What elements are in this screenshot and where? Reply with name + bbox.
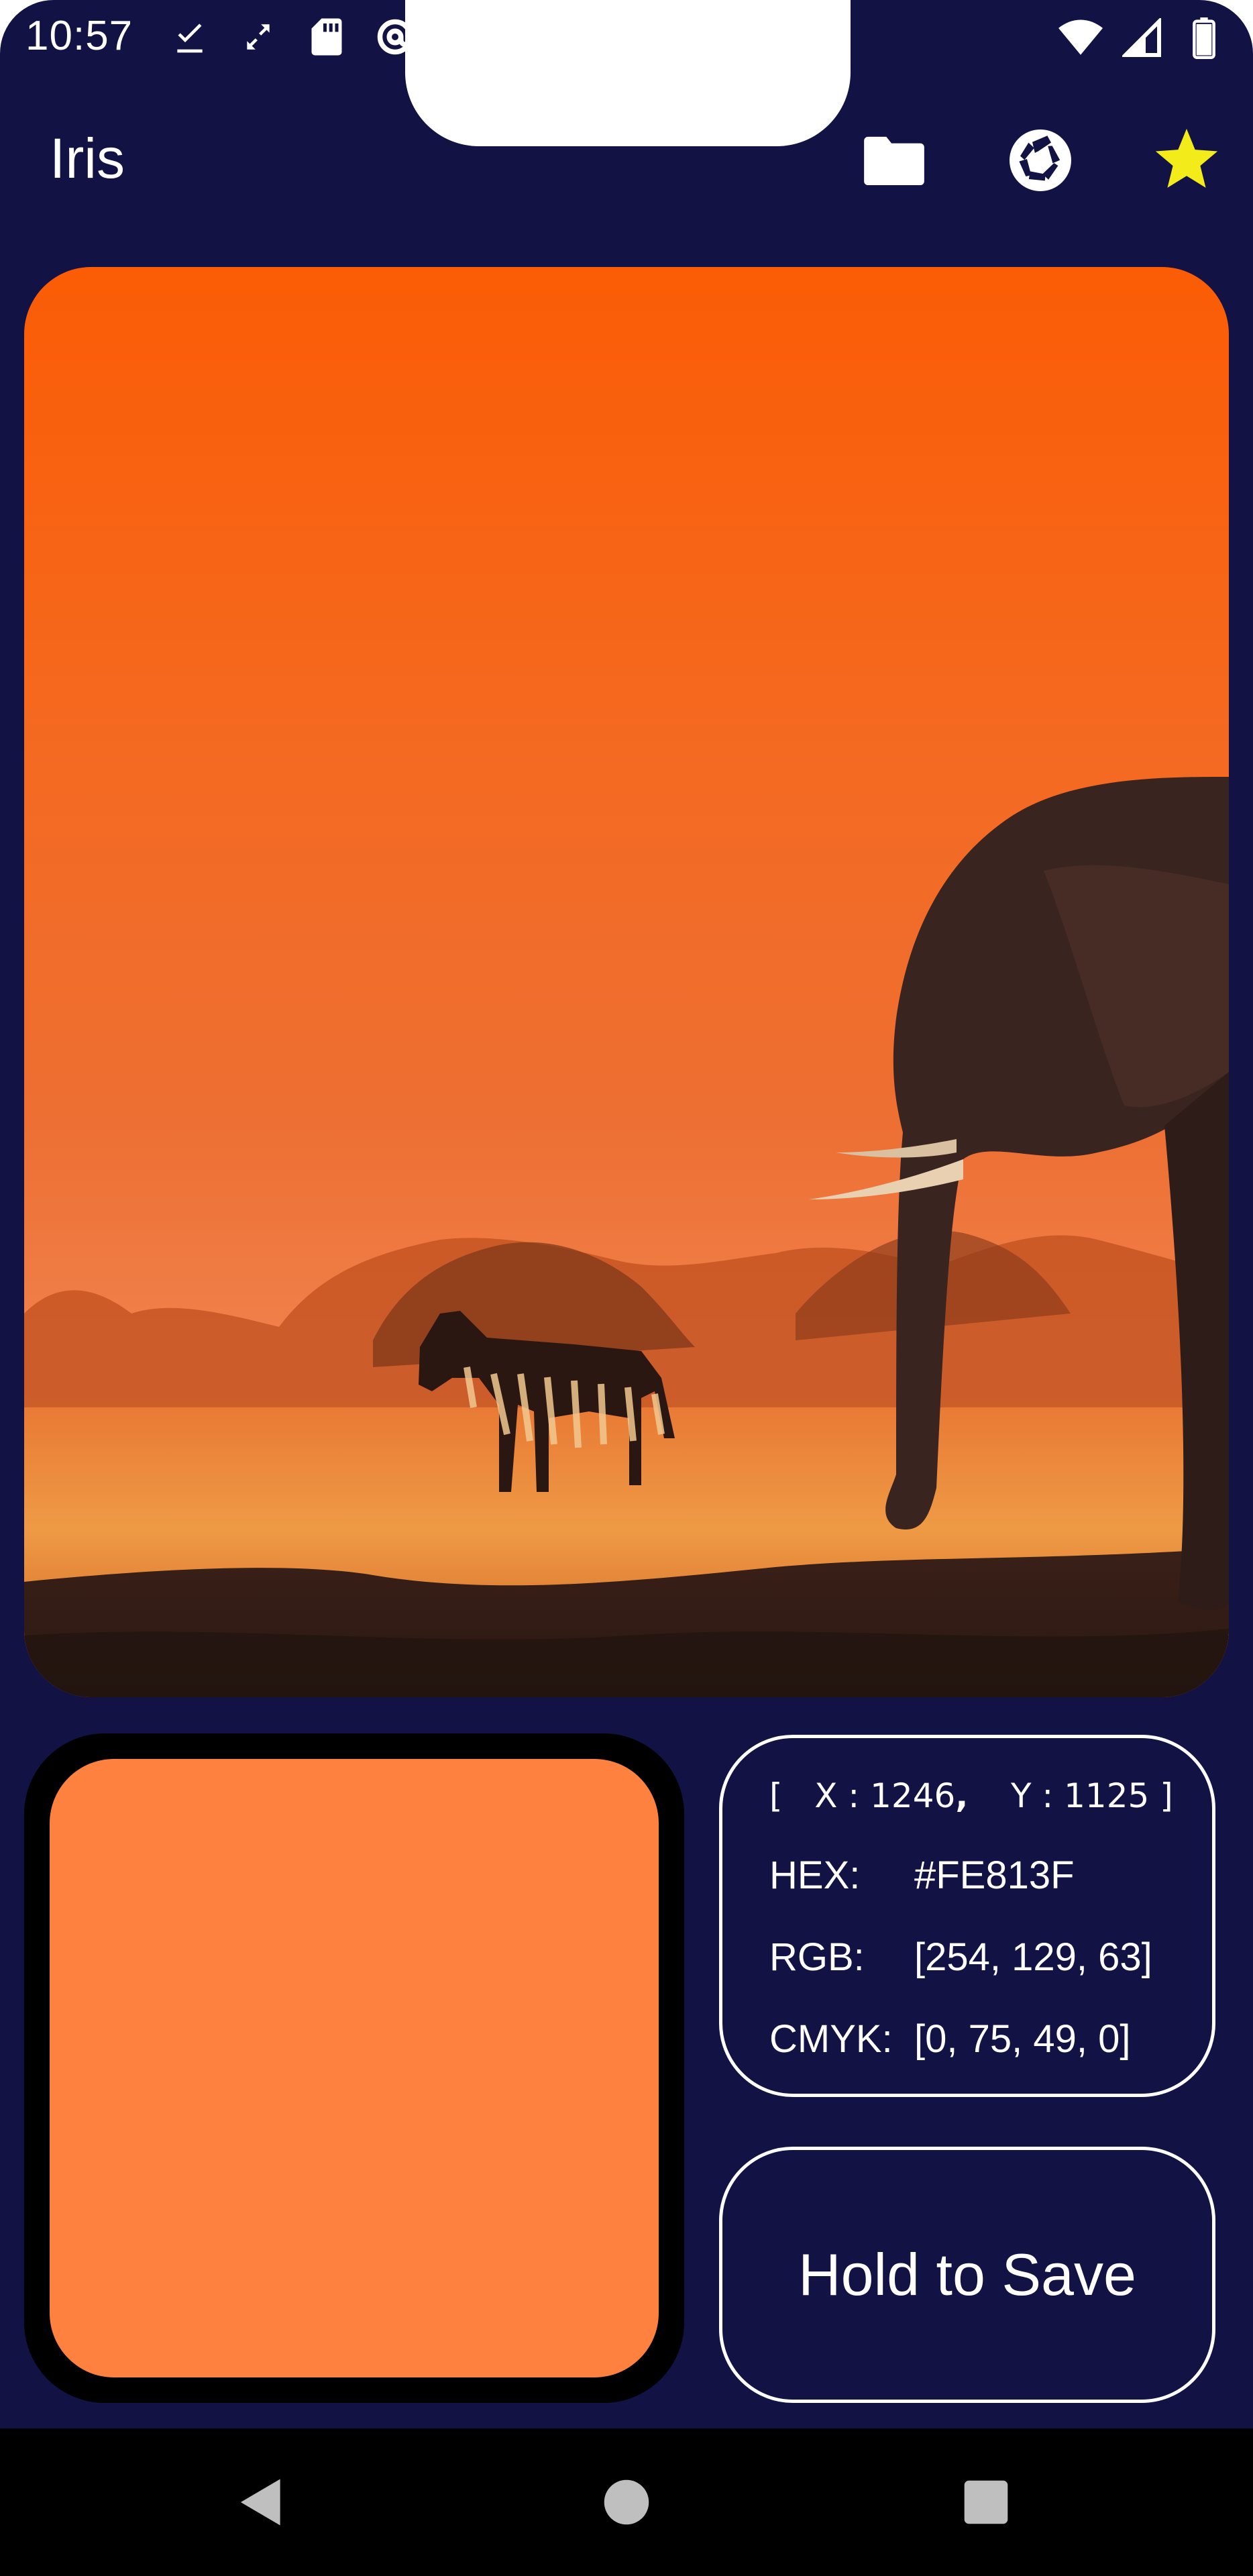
pixel-coordinates: [ X : 1246, Y : 1125 ]: [769, 1774, 1212, 1817]
camera-shutter-icon: [1010, 129, 1071, 191]
status-bar: 10:57: [0, 0, 1253, 146]
cmyk-row: CMYK: [0, 75, 49, 0]: [769, 2016, 1212, 2063]
savanna-elephant-zebra-photo: [24, 267, 1229, 1697]
camera-button[interactable]: [1001, 125, 1080, 196]
rgb-value: [254, 129, 63]: [914, 1935, 1152, 1979]
battery-icon: [1181, 15, 1228, 62]
source-image[interactable]: [24, 267, 1229, 1697]
sync-icon: [235, 13, 282, 60]
nav-recents-button[interactable]: [946, 2462, 1026, 2542]
color-swatch-frame: [24, 1733, 684, 2403]
hex-label: HEX:: [769, 1854, 861, 1897]
back-icon: [240, 2479, 280, 2526]
color-info-panel: [ X : 1246, Y : 1125 ] HEX: #FE813F RGB:…: [719, 1735, 1215, 2097]
home-icon: [604, 2479, 649, 2525]
app-bar-actions: [855, 125, 1226, 196]
coord-y-value: 1125: [1064, 1776, 1150, 1815]
recents-icon: [964, 2480, 1008, 2524]
rgb-row: RGB: [254, 129, 63]: [769, 1934, 1212, 1981]
folder-icon: [864, 136, 924, 186]
hex-value: #FE813F: [914, 1854, 1075, 1897]
nav-back-button[interactable]: [221, 2462, 302, 2542]
wifi-icon: [1057, 15, 1104, 62]
app-title: Iris: [50, 127, 125, 190]
status-time: 10:57: [25, 13, 133, 59]
camera-notch: [405, 0, 851, 146]
cmyk-value: [0, 75, 49, 0]: [914, 2017, 1131, 2061]
cell-signal-icon: [1119, 15, 1166, 62]
rgb-label: RGB:: [769, 1935, 865, 1979]
color-swatch: [50, 1759, 659, 2377]
hold-to-save-button[interactable]: Hold to Save: [719, 2147, 1215, 2403]
star-icon: [1155, 129, 1218, 188]
favorites-button[interactable]: [1147, 125, 1226, 196]
nav-home-button[interactable]: [586, 2462, 667, 2542]
status-system-icons: [1057, 15, 1228, 62]
sd-card-icon: [303, 13, 350, 60]
navigation-bar: [0, 2428, 1253, 2576]
coord-x-value: 1246: [870, 1776, 956, 1815]
hex-row: HEX: #FE813F: [769, 1852, 1212, 1899]
open-folder-button[interactable]: [855, 125, 934, 196]
download-done-icon: [166, 13, 213, 60]
cmyk-label: CMYK:: [769, 2017, 893, 2061]
app-screen: 10:57 Iris [X: 1246, Y: 1125] HEX: #…: [0, 0, 1253, 2576]
status-notification-icons: [166, 13, 419, 60]
